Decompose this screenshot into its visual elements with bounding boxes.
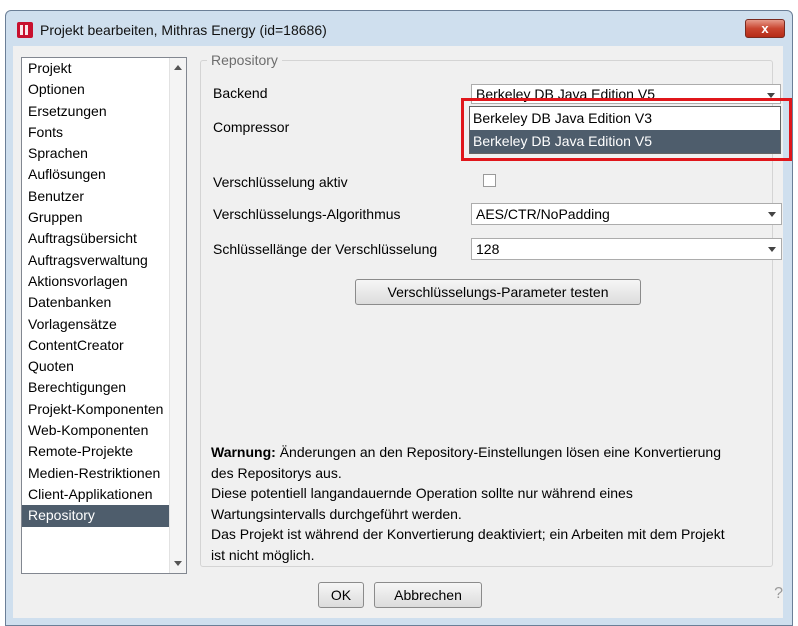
nav-item-projekt[interactable]: Projekt	[22, 58, 171, 79]
nav-item-client-applikationen[interactable]: Client-Applikationen	[22, 484, 171, 505]
window-title: Projekt bearbeiten, Mithras Energy (id=1…	[40, 22, 327, 38]
nav-item-benutzer[interactable]: Benutzer	[22, 186, 171, 207]
help-icon[interactable]: ?	[774, 585, 783, 603]
ok-button[interactable]: OK	[318, 582, 364, 608]
scroll-down-icon[interactable]	[174, 561, 182, 566]
close-button[interactable]: x	[745, 19, 785, 38]
nav-item-auftragsverwaltung[interactable]: Auftragsverwaltung	[22, 250, 171, 271]
nav-item-optionen[interactable]: Optionen	[22, 79, 171, 100]
warning-text: Warnung: Änderungen an den Repository-Ei…	[211, 442, 781, 565]
chevron-down-icon[interactable]	[763, 204, 781, 224]
nav-item-gruppen[interactable]: Gruppen	[22, 207, 171, 228]
algorithm-value: AES/CTR/NoPadding	[476, 206, 610, 222]
nav-item-quoten[interactable]: Quoten	[22, 356, 171, 377]
nav-item-projekt-komponenten[interactable]: Projekt-Komponenten	[22, 399, 171, 420]
nav-item-berechtigungen[interactable]: Berechtigungen	[22, 377, 171, 398]
nav-item-aktionsvorlagen[interactable]: Aktionsvorlagen	[22, 271, 171, 292]
algorithm-label: Verschlüsselungs-Algorithmus	[213, 206, 401, 222]
nav-item-auftragsübersicht[interactable]: Auftragsübersicht	[22, 228, 171, 249]
nav-item-sprachen[interactable]: Sprachen	[22, 143, 171, 164]
nav-item-datenbanken[interactable]: Datenbanken	[22, 292, 171, 313]
nav-item-contentcreator[interactable]: ContentCreator	[22, 335, 171, 356]
nav-item-fonts[interactable]: Fonts	[22, 122, 171, 143]
nav-item-ersetzungen[interactable]: Ersetzungen	[22, 101, 171, 122]
nav-item-web-komponenten[interactable]: Web-Komponenten	[22, 420, 171, 441]
nav-item-vorlagensätze[interactable]: Vorlagensätze	[22, 314, 171, 335]
test-encryption-button[interactable]: Verschlüsselungs-Parameter testen	[355, 279, 641, 305]
encryption-active-checkbox[interactable]	[483, 174, 496, 187]
keylength-select[interactable]: 128	[471, 238, 782, 260]
repository-legend: Repository	[211, 52, 278, 68]
warning-line-2: des Repositorys aus.	[211, 464, 342, 481]
title-bar: Projekt bearbeiten, Mithras Energy (id=1…	[6, 11, 792, 47]
compressor-label: Compressor	[213, 119, 290, 135]
nav-item-remote-projekte[interactable]: Remote-Projekte	[22, 441, 171, 462]
nav-item-auflösungen[interactable]: Auflösungen	[22, 164, 171, 185]
warning-label: Warnung:	[211, 444, 276, 460]
algorithm-select[interactable]: AES/CTR/NoPadding	[471, 203, 782, 225]
nav-items: Projekt Optionen Ersetzungen Fonts Sprachen A…	[22, 58, 171, 527]
app-icon	[17, 22, 33, 38]
keylength-value: 128	[476, 241, 500, 257]
warning-line-1: Änderungen an den Repository-Einstellung…	[275, 444, 722, 460]
warning-line-4: Wartungsintervalls durchgeführt werden.	[211, 505, 462, 522]
warning-line-5: Das Projekt ist während der Konvertierun…	[211, 526, 725, 542]
chevron-down-icon[interactable]	[763, 239, 781, 259]
encryption-active-label: Verschlüsselung aktiv	[213, 174, 348, 190]
nav-item-repository[interactable]: Repository	[22, 505, 171, 527]
nav-scrollbar[interactable]	[169, 58, 186, 573]
warning-line-3: Diese potentiell langandauernde Operatio…	[211, 485, 633, 501]
keylength-label: Schlüssellänge der Verschlüsselung	[213, 241, 438, 257]
nav-item-medien-restriktionen[interactable]: Medien-Restriktionen	[22, 463, 171, 484]
warning-line-6: ist nicht möglich.	[211, 546, 315, 563]
backend-label: Backend	[213, 85, 268, 101]
scroll-up-icon[interactable]	[174, 65, 182, 70]
cancel-button[interactable]: Abbrechen	[374, 582, 482, 608]
highlight-frame	[461, 98, 792, 161]
nav-list: Projekt Optionen Ersetzungen Fonts Sprachen A…	[21, 57, 187, 574]
